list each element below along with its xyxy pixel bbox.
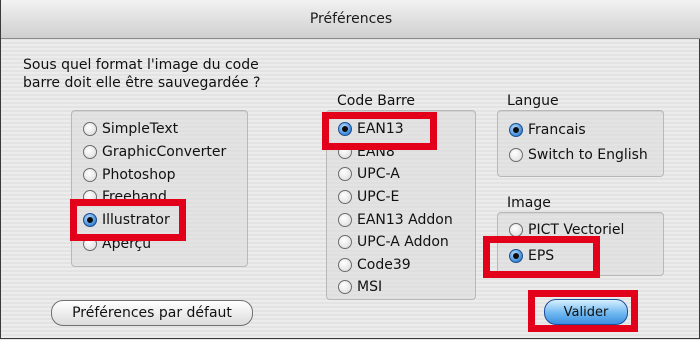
langue-group: [497, 110, 664, 177]
radio-label: UPC-A Addon: [357, 234, 449, 250]
highlight-eps: [483, 236, 600, 278]
image-label: Image: [507, 195, 551, 211]
highlight-illustrator: [70, 199, 186, 241]
radio-label: EAN13 Addon: [357, 212, 453, 228]
radio-label: Photoshop: [102, 167, 176, 183]
window-title: Préférences: [1, 0, 700, 39]
format-question: Sous quel format l'image du code barre d…: [23, 57, 261, 91]
radio-code39[interactable]: Code39: [338, 257, 411, 273]
radio-simpletext[interactable]: SimpleText: [83, 121, 178, 137]
radio-icon: [338, 280, 352, 294]
radio-label: SimpleText: [102, 121, 179, 137]
highlight-valider: [528, 290, 638, 332]
radio-icon: [83, 145, 97, 159]
radio-icon: [338, 167, 352, 181]
radio-label: UPC-A: [357, 166, 400, 182]
radio-icon: [83, 168, 97, 182]
radio-msi[interactable]: MSI: [338, 279, 382, 295]
radio-upc-a-addon[interactable]: UPC-A Addon: [338, 234, 449, 250]
radio-label: Switch to English: [528, 147, 648, 163]
radio-upc-a[interactable]: UPC-A: [338, 166, 400, 182]
radio-ean13-addon[interactable]: EAN13 Addon: [338, 212, 453, 228]
radio-graphicconverter[interactable]: GraphicConverter: [83, 144, 226, 160]
radio-label: GraphicConverter: [102, 144, 227, 160]
radio-label: MSI: [357, 279, 383, 295]
radio-icon: [338, 190, 352, 204]
radio-icon: [83, 122, 97, 136]
radio-label: Francais: [528, 122, 586, 138]
radio-label: Code39: [357, 257, 411, 273]
radio-francais[interactable]: Francais: [509, 122, 586, 138]
langue-label: Langue: [507, 93, 559, 109]
radio-icon: [509, 148, 523, 162]
radio-label: UPC-E: [357, 189, 400, 205]
codebarre-label: Code Barre: [337, 93, 416, 109]
radio-photoshop[interactable]: Photoshop: [83, 167, 176, 183]
radio-switch-english[interactable]: Switch to English: [509, 147, 648, 163]
radio-upc-e[interactable]: UPC-E: [338, 189, 399, 205]
radio-icon: [338, 213, 352, 227]
highlight-ean13: [322, 112, 437, 150]
default-preferences-button[interactable]: Préférences par défaut: [51, 300, 253, 326]
radio-icon: [338, 235, 352, 249]
radio-icon: [509, 223, 523, 237]
radio-icon: [338, 258, 352, 272]
radio-selected-icon: [509, 123, 523, 137]
preferences-window: Préférences Sous quel format l'image du …: [0, 0, 700, 339]
